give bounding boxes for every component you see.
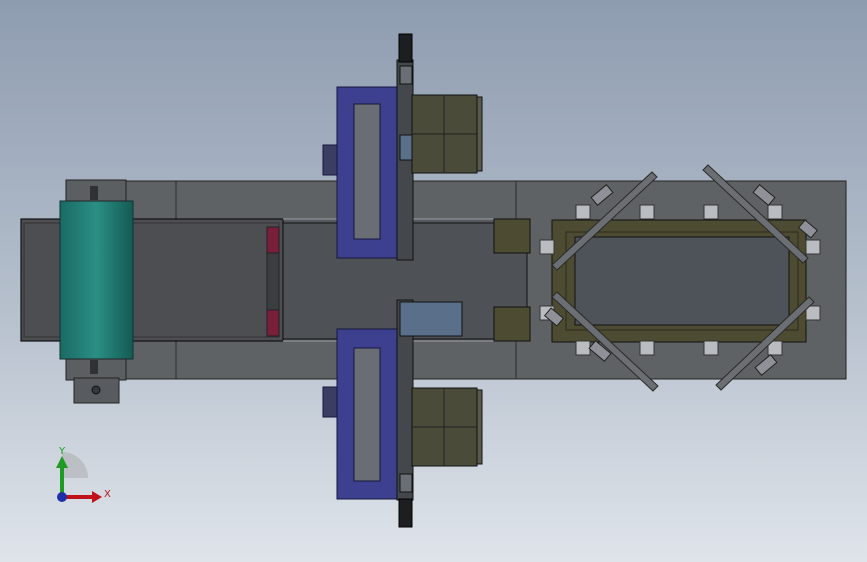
cad-model-view[interactable]: Y X <box>0 0 867 562</box>
coordinate-triad: Y X <box>56 446 111 503</box>
sensor-block-upper <box>493 218 531 254</box>
fixture-plate <box>574 236 790 326</box>
stop-block-upper <box>266 226 280 254</box>
control-cabinet-top <box>411 94 483 174</box>
z-axis-dot <box>57 492 67 502</box>
drive-drum <box>59 179 134 404</box>
cad-viewport[interactable]: Y X <box>0 0 867 562</box>
stop-block-group <box>266 226 280 337</box>
stop-block-lower <box>266 309 280 337</box>
sensor-block-lower <box>493 306 531 342</box>
control-cabinet-bottom <box>411 387 483 467</box>
x-axis-label: X <box>104 489 111 500</box>
clamp-head-bottom <box>399 301 463 337</box>
y-axis-label: Y <box>58 446 66 457</box>
